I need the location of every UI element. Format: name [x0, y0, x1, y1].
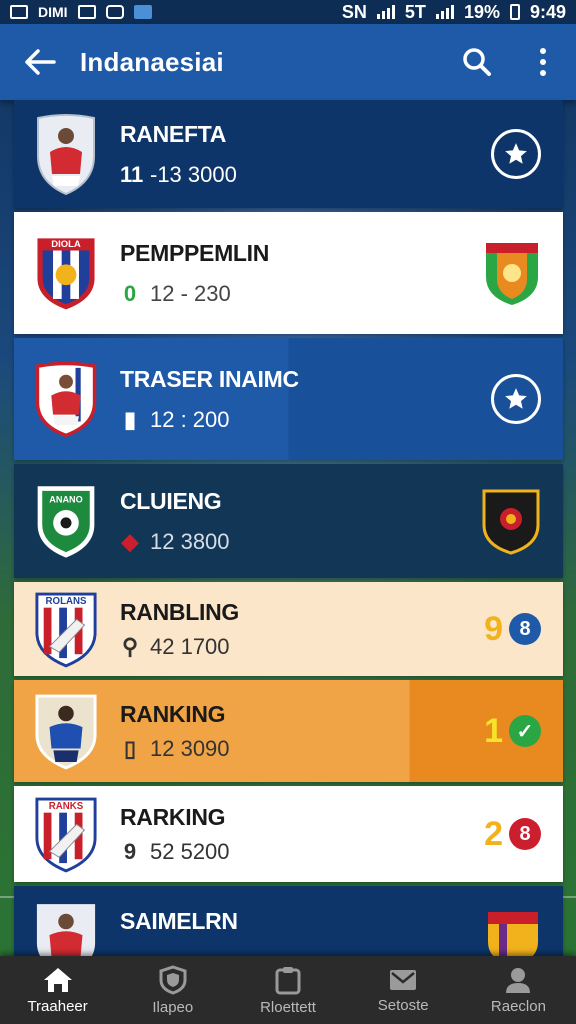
back-button[interactable] — [0, 24, 80, 100]
person-icon — [506, 967, 531, 993]
list-item[interactable]: RANKING ▯ 12 3090 1 ✓ — [14, 680, 563, 782]
camera-icon — [105, 5, 124, 19]
list-item[interactable]: ROLANS RANBLING ⚲ 42 1700 9 8 — [14, 582, 563, 676]
more-vertical-icon — [540, 48, 546, 76]
team-stats: 42 1700 — [150, 633, 230, 659]
rank-symbol: ✓ — [509, 715, 541, 747]
arrow-left-icon — [25, 49, 56, 75]
team-stats: -13 3000 — [150, 161, 237, 187]
carrier-label: SN — [341, 1, 367, 22]
club-badge-icon — [482, 489, 540, 555]
meta-glyph: 0 — [123, 280, 137, 306]
more-options-button[interactable] — [510, 24, 576, 100]
team-name: RANKING — [120, 700, 226, 727]
player-crest-icon — [34, 692, 98, 770]
search-icon — [463, 48, 491, 76]
list-item[interactable]: RANEFTA 11 -13 3000 — [14, 100, 563, 208]
meta-glyph: ▯ — [123, 735, 137, 761]
battery-icon — [509, 4, 520, 20]
team-stats: 12 3090 — [150, 735, 230, 761]
signal-label: 5T — [404, 1, 426, 22]
status-bar: DIMI SN 5T 19% 9:49 — [0, 0, 576, 24]
player-crest-icon: ROLANS — [34, 590, 98, 668]
app-bar: Indanaesiai — [0, 24, 576, 100]
team-name: RANEFTA — [120, 120, 227, 147]
club-badge — [483, 239, 541, 307]
meta-glyph: ◆ — [121, 528, 139, 554]
team-stats: 12 - 230 — [150, 280, 231, 306]
page-title: Indanaesiai — [80, 46, 224, 77]
crest-label: DIOLA — [51, 239, 81, 250]
nav-label: Traaheer — [27, 997, 88, 1015]
cast-icon — [133, 5, 152, 19]
signal-icon — [435, 5, 454, 19]
nav-label: Ilapeo — [152, 998, 194, 1016]
list-item[interactable]: RANKS RARKING 9 52 5200 2 8 — [14, 786, 563, 882]
rank-symbol: 8 — [509, 818, 541, 850]
list-item[interactable]: TRASER INAIMC ▮ 12 : 200 — [14, 338, 563, 460]
notification-icon — [10, 5, 28, 19]
team-name: SAIMELRN — [120, 908, 238, 934]
nav-item-schedule[interactable]: Setoste — [346, 956, 461, 1024]
star-icon — [505, 388, 527, 409]
clipboard-icon — [275, 966, 301, 994]
meta-glyph: 11 — [120, 161, 144, 187]
crest-label: RANKS — [49, 801, 84, 812]
search-button[interactable] — [444, 24, 510, 100]
home-icon — [43, 967, 72, 992]
club-badge — [481, 487, 541, 555]
team-stats: 52 5200 — [150, 838, 230, 864]
nav-item-teams[interactable]: Ilapeo — [115, 956, 230, 1024]
nav-item-results[interactable]: Rloettett — [230, 956, 345, 1024]
nav-item-profile[interactable]: Raeclon — [461, 956, 576, 1024]
meta-glyph: ▮ — [123, 406, 137, 432]
list-item[interactable]: ANANO CLUIENG ◆ 12 3800 — [14, 464, 563, 578]
favorite-button[interactable] — [491, 129, 541, 179]
meta-glyph: 9 — [123, 838, 137, 864]
rank-number: 1 — [484, 711, 503, 750]
player-crest-icon — [34, 360, 98, 438]
nav-label: Raeclon — [490, 997, 546, 1015]
club-crest-icon: DIOLA — [34, 234, 98, 312]
wifi-icon — [376, 5, 395, 19]
team-stats: 12 : 200 — [150, 406, 230, 432]
bottom-navigation: Traaheer Ilapeo Rloettett Setoste Raeclo… — [0, 956, 576, 1024]
list-item[interactable]: DIOLA PEMPPEMLIN 0 12 - 230 — [14, 212, 563, 334]
shield-icon — [159, 964, 187, 995]
rank-indicator: 2 8 — [484, 815, 541, 854]
team-stats: 12 3800 — [150, 528, 230, 554]
nav-label: Rloettett — [260, 998, 316, 1016]
battery-percent: 19% — [463, 1, 500, 22]
player-crest-icon: RANKS — [34, 795, 98, 873]
mail-icon — [390, 969, 417, 990]
team-name: PEMPPEMLIN — [120, 239, 270, 266]
club-badge-icon — [486, 243, 538, 305]
team-name: RARKING — [120, 803, 226, 830]
favorite-button[interactable] — [491, 374, 541, 424]
meta-glyph: ⚲ — [121, 633, 139, 659]
nav-label: Setoste — [377, 996, 429, 1014]
club-crest-icon: ANANO — [34, 482, 98, 560]
team-name: TRASER INAIMC — [120, 365, 299, 392]
crest-label: ANANO — [49, 495, 82, 505]
star-icon — [505, 143, 527, 164]
team-name: CLUIENG — [120, 487, 222, 514]
status-left-label: DIMI — [38, 4, 68, 20]
player-crest-icon — [34, 114, 98, 196]
team-name: RANBLING — [120, 598, 239, 625]
rank-symbol: 8 — [509, 613, 541, 645]
image-icon — [77, 5, 96, 19]
team-list: RANEFTA 11 -13 3000 DIOLA PEMPPEMLIN 0 1… — [14, 100, 563, 1000]
rank-indicator: 9 8 — [484, 610, 541, 649]
rank-indicator: 1 ✓ — [484, 712, 541, 751]
rank-number: 9 — [484, 609, 503, 648]
nav-item-home[interactable]: Traaheer — [0, 956, 115, 1024]
status-time: 9:49 — [529, 1, 566, 22]
rank-number: 2 — [484, 814, 503, 853]
crest-label: ROLANS — [46, 596, 87, 607]
